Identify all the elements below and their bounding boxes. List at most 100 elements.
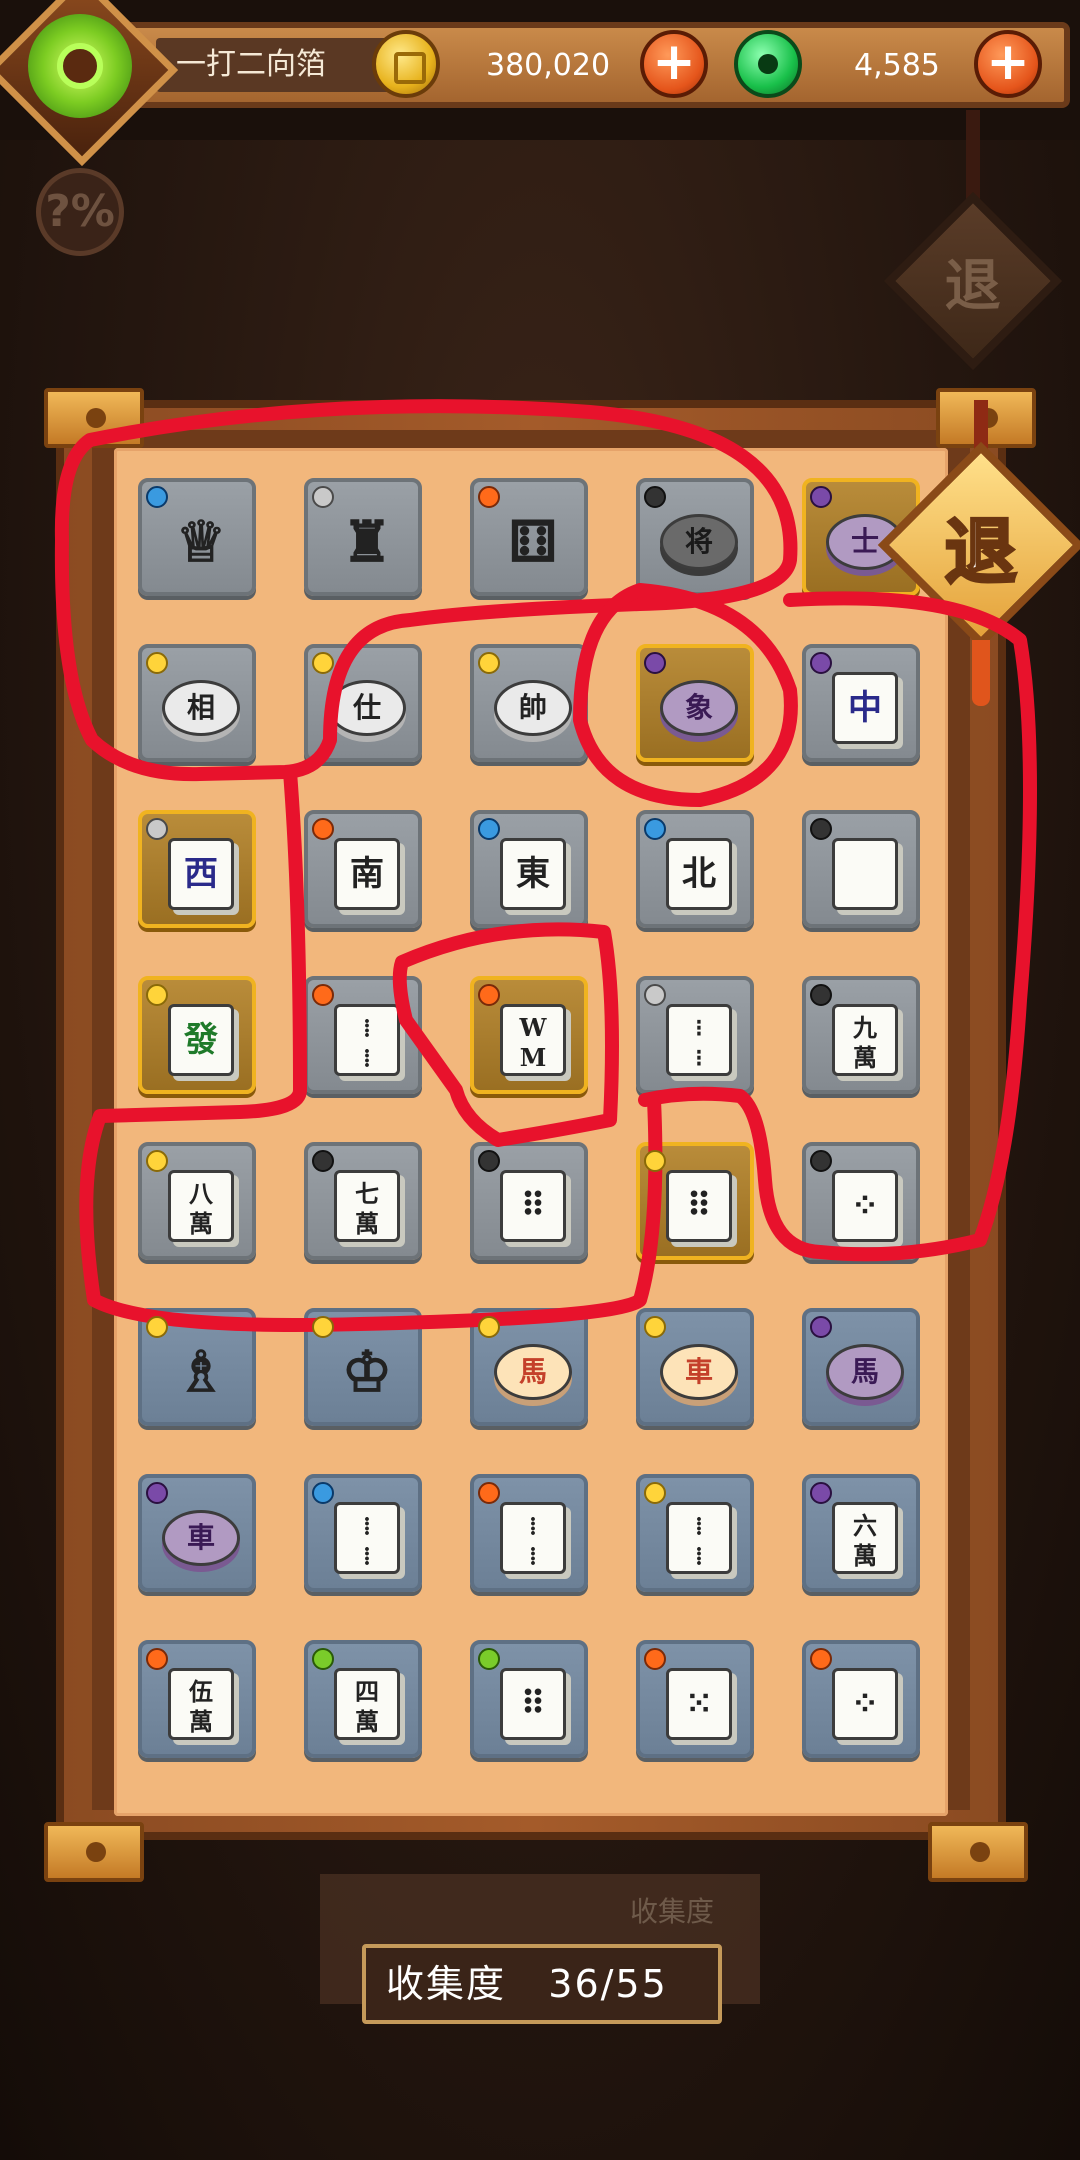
element-badge-icon xyxy=(644,486,666,508)
element-badge-icon xyxy=(810,1648,832,1670)
tile-glyph: 車 xyxy=(660,1344,738,1400)
jade-coin-icon xyxy=(734,30,802,98)
avatar-icon[interactable] xyxy=(28,14,132,118)
collection-tile[interactable]: ⠿ xyxy=(636,1142,754,1260)
collection-tile[interactable]: 南 xyxy=(304,810,422,928)
element-badge-icon xyxy=(146,486,168,508)
element-badge-icon xyxy=(312,818,334,840)
collection-tile[interactable]: ♕ xyxy=(138,478,256,596)
collection-tile[interactable]: 馬 xyxy=(470,1308,588,1426)
tile-glyph: 相 xyxy=(162,680,240,736)
element-badge-icon xyxy=(312,652,334,674)
element-badge-icon xyxy=(810,984,832,1006)
collection-tile[interactable]: 馬 xyxy=(802,1308,920,1426)
collection-tile[interactable]: ⁙ xyxy=(636,1640,754,1758)
tile-glyph: W M xyxy=(500,1004,566,1076)
tile-glyph: ⚅ xyxy=(508,509,558,575)
collection-tile[interactable]: 仕 xyxy=(304,644,422,762)
collection-tile[interactable]: 伍 萬 xyxy=(138,1640,256,1758)
tile-glyph: 六 萬 xyxy=(832,1502,898,1574)
tile-glyph: ⁙ xyxy=(666,1668,732,1740)
collection-tile[interactable]: 中 xyxy=(802,644,920,762)
collection-tile[interactable]: 帥 xyxy=(470,644,588,762)
collection-tile[interactable]: ♜ xyxy=(304,478,422,596)
tile-glyph: ⁞ ⁞ xyxy=(334,1004,400,1076)
element-badge-icon xyxy=(478,1316,500,1338)
collection-tile[interactable]: 六 萬 xyxy=(802,1474,920,1592)
element-badge-icon xyxy=(478,1648,500,1670)
element-badge-icon xyxy=(146,1648,168,1670)
element-badge-icon xyxy=(478,1150,500,1172)
tile-glyph: ⠿ xyxy=(500,1170,566,1242)
element-badge-icon xyxy=(644,652,666,674)
tile-glyph: ⁘ xyxy=(832,1668,898,1740)
tile-glyph: 南 xyxy=(334,838,400,910)
tile-glyph: 西 xyxy=(168,838,234,910)
help-percent-button[interactable]: ?% xyxy=(36,168,124,256)
tile-glyph: 八 萬 xyxy=(168,1170,234,1242)
collection-tile[interactable]: 相 xyxy=(138,644,256,762)
tassel xyxy=(972,640,990,706)
tile-glyph: 東 xyxy=(500,838,566,910)
collection-tile[interactable]: ⚅ xyxy=(470,478,588,596)
element-badge-icon xyxy=(478,1482,500,1504)
tile-glyph xyxy=(832,838,898,910)
element-badge-icon xyxy=(478,818,500,840)
tile-glyph: ♕ xyxy=(175,509,227,575)
collection-tile[interactable]: 将 xyxy=(636,478,754,596)
add-jade-button[interactable]: + xyxy=(974,30,1042,98)
collection-tile[interactable]: ⁞ ⁞ xyxy=(304,1474,422,1592)
collection-tile[interactable]: W M xyxy=(470,976,588,1094)
tile-glyph: ♜ xyxy=(341,509,393,575)
element-badge-icon xyxy=(146,1150,168,1172)
collection-count: 36/55 xyxy=(548,1962,668,2006)
element-badge-icon xyxy=(478,652,500,674)
collection-tile[interactable]: ♗ xyxy=(138,1308,256,1426)
tile-glyph: 七 萬 xyxy=(334,1170,400,1242)
collection-tile[interactable] xyxy=(802,810,920,928)
collection-tile[interactable]: 象 xyxy=(636,644,754,762)
tile-glyph: ⠿ xyxy=(500,1668,566,1740)
frame-corner xyxy=(928,1822,1028,1882)
collection-tile[interactable]: 車 xyxy=(636,1308,754,1426)
element-badge-icon xyxy=(146,652,168,674)
tile-glyph: 北 xyxy=(666,838,732,910)
collection-tile[interactable]: 九 萬 xyxy=(802,976,920,1094)
element-badge-icon xyxy=(644,1648,666,1670)
collection-tile[interactable]: ⁘ xyxy=(802,1142,920,1260)
element-badge-icon xyxy=(810,652,832,674)
element-badge-icon xyxy=(146,1482,168,1504)
tile-glyph: 中 xyxy=(832,672,898,744)
collection-ghost-label: 收集度 xyxy=(630,1895,715,1928)
element-badge-icon xyxy=(644,818,666,840)
tile-glyph: 四 萬 xyxy=(334,1668,400,1740)
tile-glyph: ⠿ xyxy=(666,1170,732,1242)
collection-tile[interactable]: 西 xyxy=(138,810,256,928)
collection-tile[interactable]: ♔ xyxy=(304,1308,422,1426)
element-badge-icon xyxy=(146,818,168,840)
collection-tile[interactable]: 東 xyxy=(470,810,588,928)
collection-tile[interactable]: ⁞ ⁞ xyxy=(470,1474,588,1592)
collection-tile[interactable]: 四 萬 xyxy=(304,1640,422,1758)
collection-tile[interactable]: ⁞ ⁞ xyxy=(636,1474,754,1592)
collection-tile[interactable]: ⠿ xyxy=(470,1142,588,1260)
collection-tile[interactable]: 發 xyxy=(138,976,256,1094)
collection-tile[interactable]: ⁝ ⁝ xyxy=(636,976,754,1094)
element-badge-icon xyxy=(810,1150,832,1172)
collection-tile[interactable]: 北 xyxy=(636,810,754,928)
collection-tile[interactable]: ⠿ xyxy=(470,1640,588,1758)
element-badge-icon xyxy=(146,1316,168,1338)
element-badge-icon xyxy=(644,1150,666,1172)
collection-tile[interactable]: 八 萬 xyxy=(138,1142,256,1260)
collection-tile[interactable]: ⁘ xyxy=(802,1640,920,1758)
tile-glyph: 馬 xyxy=(494,1344,572,1400)
collection-tile[interactable]: 車 xyxy=(138,1474,256,1592)
element-badge-icon xyxy=(312,984,334,1006)
element-badge-icon xyxy=(146,984,168,1006)
tile-glyph: 車 xyxy=(162,1510,240,1566)
tile-glyph: ♔ xyxy=(341,1339,393,1405)
collection-tile[interactable]: 七 萬 xyxy=(304,1142,422,1260)
add-coins-button[interactable]: + xyxy=(640,30,708,98)
collection-tile[interactable]: ⁞ ⁞ xyxy=(304,976,422,1094)
tile-glyph: 将 xyxy=(660,514,738,570)
